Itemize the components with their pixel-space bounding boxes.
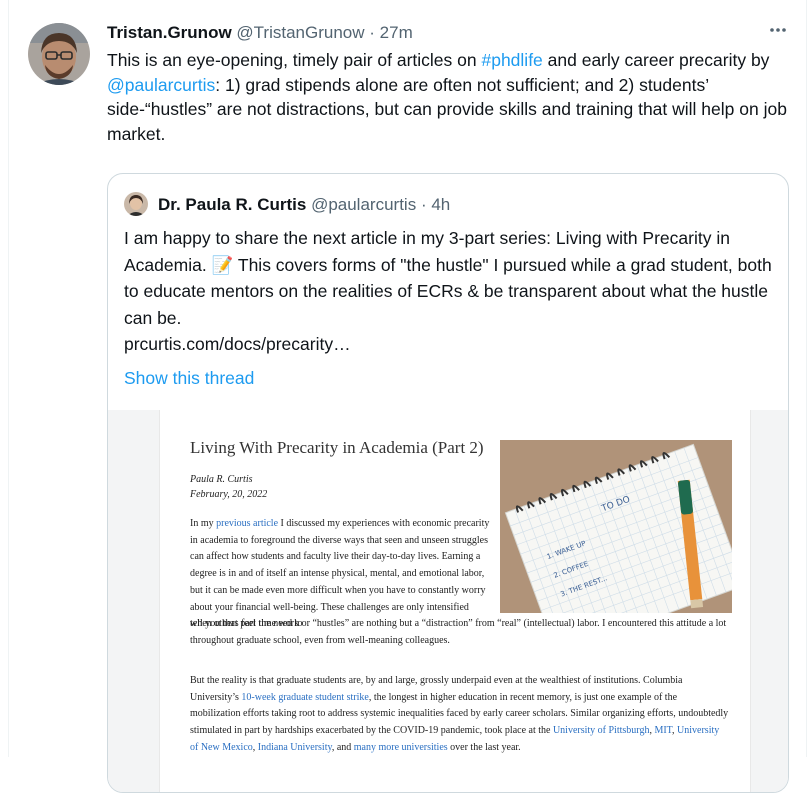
- more-options-button[interactable]: [762, 14, 794, 46]
- article-author: Paula R. Curtis: [190, 474, 253, 485]
- mention-link[interactable]: @paularcurtis: [107, 75, 215, 95]
- quoted-tweet[interactable]: Dr. Paula R. Curtis @paularcurtis · 4h I…: [107, 173, 789, 793]
- article-link: many more universities: [353, 741, 448, 753]
- quoted-avatar[interactable]: [124, 192, 148, 216]
- timeline-left-border: [8, 0, 9, 757]
- article-text: over the last year.: [447, 741, 521, 753]
- avatar[interactable]: [28, 23, 90, 85]
- article-link: University of Pittsburgh: [552, 725, 650, 737]
- quoted-display-name[interactable]: Dr. Paula R. Curtis: [158, 195, 306, 214]
- tweet-header: Tristan.Grunow @TristanGrunow · 27m: [107, 22, 413, 44]
- article-text: , and: [331, 741, 354, 753]
- quoted-handle[interactable]: @paularcurtis: [311, 195, 416, 214]
- article-preview: Living With Precarity in Academia (Part …: [159, 410, 751, 792]
- quoted-url-link[interactable]: prcurtis.com/docs/precarity…: [124, 334, 351, 354]
- article-paragraph: tell you that part time work or “hustles…: [190, 618, 727, 646]
- article-text: In my: [190, 518, 217, 529]
- tweet-text-part: This is an eye-opening, timely pair of a…: [107, 50, 482, 70]
- tweet-text-part: and early career precarity by: [542, 50, 770, 70]
- memo-emoji-icon: 📝: [211, 254, 234, 275]
- notebook-photo: TO DO 1. WAKE UP 2. COFFEE 3. THE REST..…: [500, 440, 732, 613]
- article-text: I discussed my experiences with economic…: [190, 518, 490, 630]
- article-link: MIT: [654, 725, 673, 737]
- hashtag-link[interactable]: #phdlife: [481, 50, 542, 70]
- separator: ·: [420, 195, 427, 214]
- quoted-timestamp[interactable]: 4h: [431, 195, 450, 214]
- timestamp[interactable]: 27m: [380, 23, 413, 42]
- show-thread-link[interactable]: Show this thread: [124, 367, 254, 389]
- quoted-tweet-text: I am happy to share the next article in …: [124, 225, 774, 358]
- handle[interactable]: @TristanGrunow: [236, 23, 364, 42]
- article-date: February, 20, 2022: [190, 489, 268, 500]
- article-link: 10-week graduate student strike: [241, 691, 369, 703]
- article-title: Living With Precarity in Academia (Part …: [190, 438, 484, 457]
- timeline-right-border: [806, 0, 807, 757]
- article-paragraph: But the reality is that graduate student…: [190, 673, 730, 757]
- tweet-text: This is an eye-opening, timely pair of a…: [107, 48, 787, 147]
- quoted-tweet-header: Dr. Paula R. Curtis @paularcurtis · 4h: [158, 194, 450, 216]
- display-name[interactable]: Tristan.Grunow: [107, 23, 232, 42]
- article-link: Indiana University: [257, 741, 332, 753]
- article-link: previous article: [216, 518, 279, 529]
- separator: ·: [369, 23, 375, 42]
- quoted-media-image[interactable]: Living With Precarity in Academia (Part …: [108, 410, 788, 792]
- more-horizontal-icon: [770, 28, 786, 32]
